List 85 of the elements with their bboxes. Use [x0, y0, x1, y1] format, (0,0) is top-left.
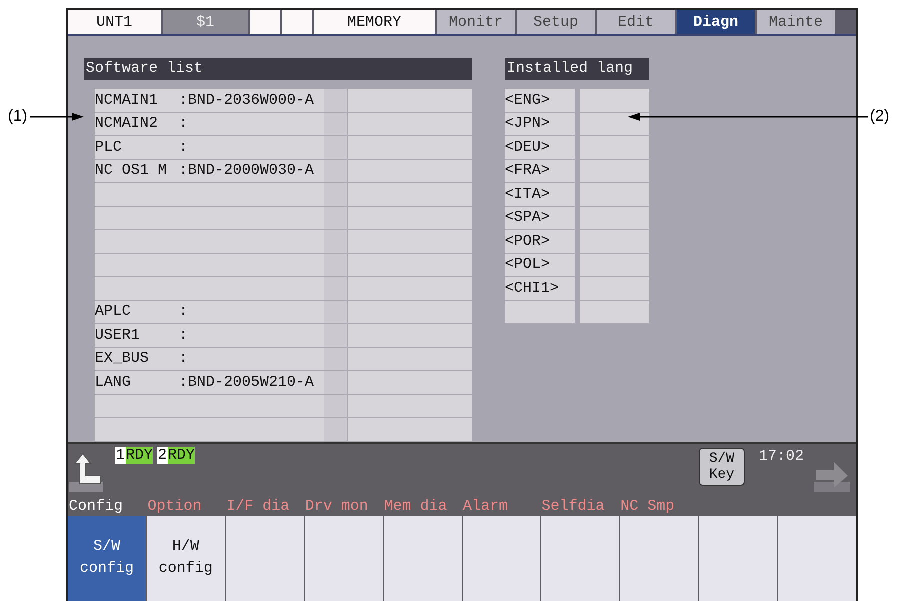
blurred-patch — [324, 300, 347, 323]
blurred-patch — [324, 112, 347, 135]
tab[interactable]: Diagn — [677, 10, 755, 34]
table-cell — [580, 136, 649, 160]
callout-arrow — [30, 112, 84, 122]
table-cell — [580, 300, 649, 324]
softkey[interactable]: S/W config — [68, 516, 146, 601]
table-cell: <POR> — [505, 230, 574, 254]
software-name: LANG — [95, 374, 132, 391]
tab[interactable]: Setup — [517, 10, 595, 34]
softkey[interactable] — [384, 516, 462, 601]
table-cell — [580, 112, 649, 136]
menu-item[interactable]: I/F dia — [226, 498, 304, 516]
software-version: :BND-2036W000-A — [179, 92, 314, 109]
table-cell: <DEU> — [505, 136, 574, 160]
software-version: : — [179, 326, 188, 344]
softkey[interactable] — [620, 516, 698, 601]
blurred-patch — [324, 230, 347, 252]
tab[interactable]: Monitr — [437, 10, 515, 34]
table-cell: <FRA> — [505, 160, 574, 183]
table-cell — [580, 277, 649, 300]
return-arrow-icon[interactable] — [69, 452, 103, 494]
software-version: :BND-2005W210-A — [179, 374, 314, 391]
tab[interactable]: Mainte — [757, 10, 835, 34]
table-cell: <CHI1> — [505, 277, 574, 300]
softkey[interactable] — [304, 516, 383, 601]
softkey[interactable] — [699, 516, 778, 601]
section-title: Installed lang — [505, 58, 649, 80]
unit-field: UNT1 — [68, 10, 161, 34]
menu-item[interactable]: NC Smp — [620, 498, 698, 516]
table-cell — [580, 254, 649, 277]
table-cell: <SPA> — [505, 206, 574, 230]
blank-field — [282, 10, 312, 34]
blurred-patch — [324, 206, 347, 229]
table-cell — [580, 183, 649, 206]
software-name: NCMAIN2 — [95, 115, 160, 132]
blurred-patch — [324, 136, 347, 158]
blank-field — [250, 10, 280, 34]
software-name: NCMAIN1 — [95, 92, 160, 109]
table-cell — [580, 160, 649, 183]
software-name: USER1 — [95, 326, 142, 344]
blurred-patch — [324, 183, 347, 206]
tab[interactable]: Edit — [597, 10, 675, 34]
section-title: Software list — [84, 58, 472, 80]
software-version: :BND-2000W030-A — [179, 162, 314, 180]
software-name: EX_BUS — [95, 350, 150, 368]
blurred-patch — [324, 277, 347, 300]
blurred-patch — [324, 254, 347, 276]
software-name: APLC — [95, 303, 132, 320]
softkey[interactable] — [462, 516, 540, 601]
table-cell: <JPN> — [505, 112, 574, 136]
software-name: PLC — [95, 138, 124, 156]
blurred-patch — [324, 160, 347, 182]
blurred-patch — [324, 371, 347, 394]
blurred-patch — [324, 394, 347, 417]
menu-item[interactable]: Config — [68, 498, 147, 516]
table-cell: <POL> — [505, 254, 574, 277]
menu-item[interactable]: Selfdia — [540, 498, 620, 516]
blurred-patch — [324, 324, 347, 346]
software-version: : — [179, 115, 188, 132]
softkey[interactable]: H/W config — [146, 516, 225, 601]
key-button[interactable]: S/W Key — [698, 448, 745, 486]
menu-item[interactable]: Alarm — [462, 498, 541, 516]
system-field: $1 — [163, 10, 248, 34]
clock-time: 17:02 — [758, 448, 804, 464]
menu-item[interactable]: Mem dia — [383, 498, 462, 516]
software-version: : — [179, 138, 188, 156]
software-version: : — [179, 350, 188, 368]
mode-field: MEMORY — [314, 10, 435, 34]
software-version: : — [179, 303, 188, 320]
table-cell — [580, 89, 649, 112]
table-cell — [505, 300, 574, 324]
table-cell: <ITA> — [505, 183, 574, 206]
table-cell — [580, 230, 649, 254]
softkey[interactable] — [778, 516, 856, 601]
callout-label: (2) — [870, 108, 890, 126]
softkey[interactable] — [226, 516, 304, 601]
callout-label: (1) — [8, 108, 28, 126]
software-name: NC OS1 M — [95, 162, 168, 180]
menu-item[interactable]: Option — [146, 498, 226, 516]
table-cell: <ENG> — [505, 89, 574, 112]
softkey[interactable] — [541, 516, 620, 601]
table-cell — [580, 206, 649, 230]
blurred-patch — [324, 348, 347, 370]
menu-item[interactable]: Drv mon — [304, 498, 384, 516]
